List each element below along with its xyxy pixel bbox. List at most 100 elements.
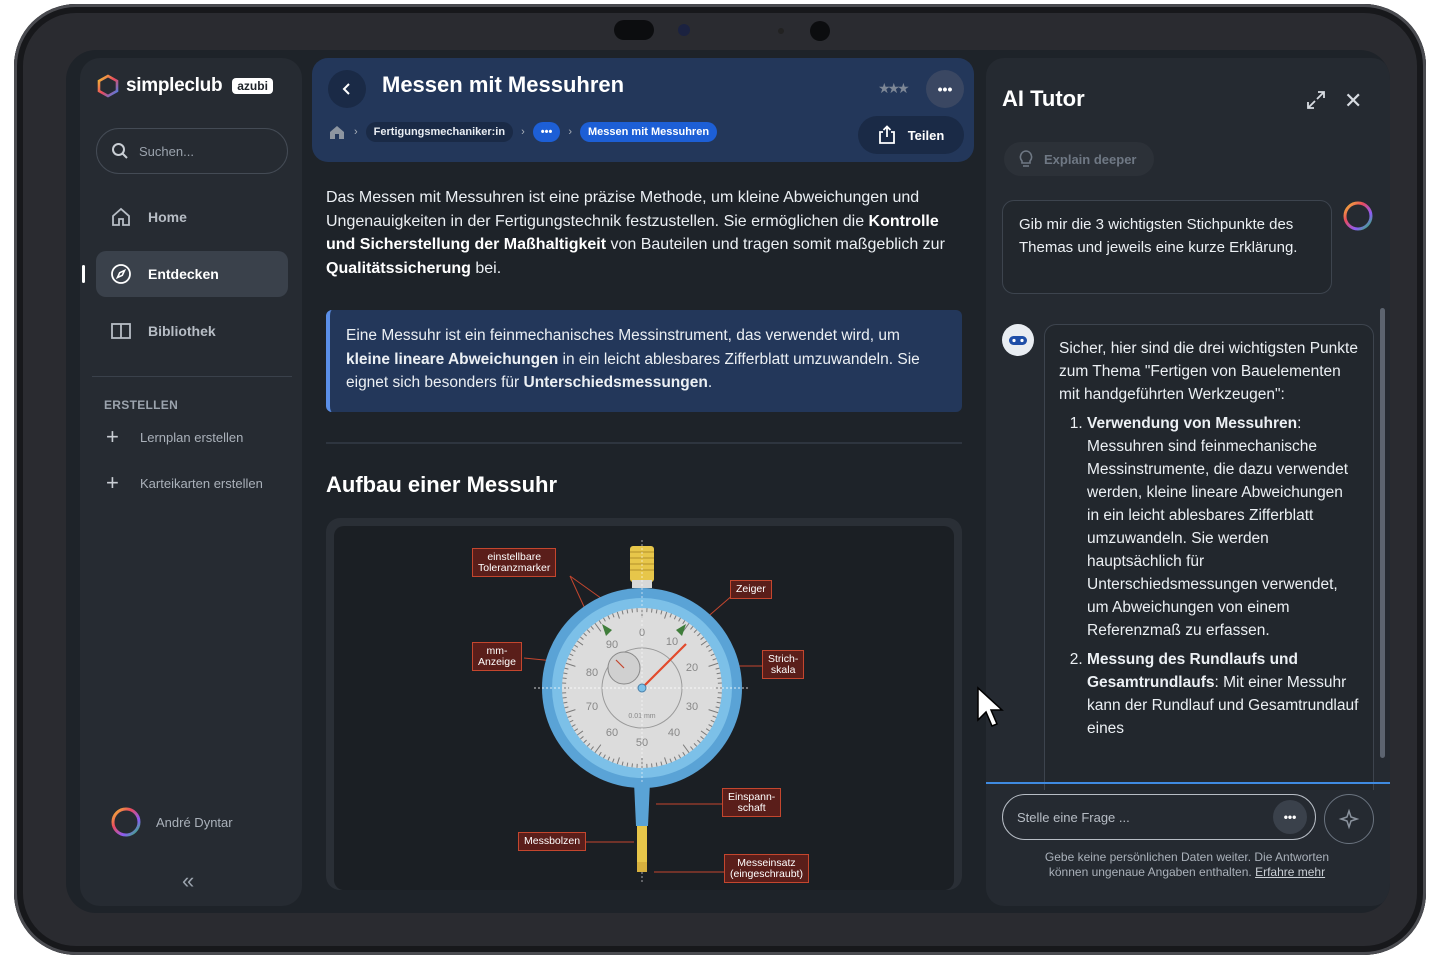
camera-bar: [614, 20, 854, 42]
mouse-cursor-icon: [977, 686, 1004, 727]
learn-more-link[interactable]: Erfahre mehr: [1255, 865, 1325, 879]
chevron-left-icon: [342, 83, 350, 95]
tutor-title: AI Tutor: [1002, 86, 1085, 111]
section-title: Aufbau einer Messuhr: [326, 472, 558, 497]
sidebar-item-bibliothek[interactable]: Bibliothek: [96, 308, 288, 354]
ai-tutor-panel: AI Tutor ✕ Explain deeper Gib mir die 3 …: [986, 58, 1390, 906]
lightbulb-icon: [1019, 150, 1033, 167]
share-button[interactable]: Teilen: [858, 116, 964, 154]
sidebar-divider: [92, 376, 292, 377]
sidebar-item-label: Home: [148, 209, 187, 225]
intro-text: bei.: [470, 259, 502, 277]
back-button[interactable]: [328, 70, 366, 108]
home-icon[interactable]: [328, 123, 346, 141]
figure-canvas: 0 10 20 30 40 50 60 70 80 90 0.01 mm: [334, 526, 954, 890]
intro-paragraph: Das Messen mit Messuhren ist eine präzis…: [326, 186, 966, 280]
brand-logo[interactable]: simpleclub azubi: [96, 74, 273, 98]
explain-deeper-button[interactable]: Explain deeper: [1004, 142, 1155, 176]
question-placeholder: Stelle eine Frage ...: [1017, 809, 1130, 825]
label-line: (eingeschraubt): [730, 867, 803, 880]
dial-tick: [631, 763, 633, 768]
input-more-button[interactable]: •••: [1273, 800, 1307, 834]
breadcrumb: › Fertigungsmechaniker:in › ••• › Messen…: [328, 122, 718, 142]
close-icon[interactable]: ✕: [1344, 88, 1362, 114]
sparkle-send-icon: [1338, 808, 1360, 830]
book-icon: [111, 323, 131, 339]
breadcrumb-current[interactable]: Messen mit Messuhren: [580, 122, 718, 142]
sidebar-item-entdecken[interactable]: Entdecken: [96, 251, 288, 297]
plus-icon: +: [106, 424, 119, 449]
label-messeinsatz: Messeinsatz (eingeschraubt): [724, 854, 809, 883]
create-item-label: Lernplan erstellen: [140, 429, 244, 445]
bot-message: Sicher, hier sind die drei wichtigsten P…: [1044, 324, 1374, 790]
dial-number: 70: [586, 701, 598, 713]
label-einspannschaft: Einspann-schaft: [722, 788, 782, 817]
avatar: [111, 807, 141, 837]
intro-text: von Bauteilen und tragen somit maßgeblic…: [606, 236, 945, 253]
dial-number: 30: [686, 701, 698, 713]
breadcrumb-item[interactable]: Fertigungsmechaniker:in: [365, 122, 514, 142]
create-lernplan-button[interactable]: + Lernplan erstellen: [106, 426, 243, 448]
chevron-right-icon: ›: [521, 126, 525, 138]
dial-gauge-figure[interactable]: 0 10 20 30 40 50 60 70 80 90 0.01 mm: [326, 518, 962, 890]
dial-gauge-illustration: 0 10 20 30 40 50 60 70 80 90 0.01 mm: [523, 540, 762, 882]
simpleclub-logo-icon: [97, 74, 119, 98]
label-messbolzen: Messbolzen: [518, 832, 587, 851]
dial-number: 90: [606, 639, 618, 651]
dial-tick: [562, 677, 567, 679]
chevron-right-icon: ›: [568, 126, 572, 138]
label-toleranzmarker: einstellbare Toleranzmarker: [472, 548, 557, 577]
question-input[interactable]: Stelle eine Frage ... •••: [1002, 794, 1316, 840]
bot-intro: Sicher, hier sind die drei wichtigsten P…: [1059, 340, 1358, 403]
chat-scrollbar[interactable]: [1380, 308, 1385, 758]
label-mm-anzeige: mm- Anzeige: [472, 642, 522, 671]
callout-bold: kleine lineare Abweichungen: [346, 350, 559, 368]
dial-number: 50: [636, 737, 648, 749]
section-label-erstellen: ERSTELLEN: [104, 398, 179, 412]
user-message: Gib mir die 3 wichtigsten Stichpunkte de…: [1002, 200, 1332, 294]
sidebar-item-label: Entdecken: [148, 266, 219, 282]
avatar: [1343, 201, 1373, 231]
bot-avatar-icon: [1002, 324, 1034, 356]
collapse-sidebar-icon[interactable]: «: [182, 868, 194, 894]
dial-tick: [717, 697, 722, 699]
dial-tick: [651, 763, 653, 768]
sidebar-item-home[interactable]: Home: [96, 194, 288, 240]
expand-icon[interactable]: [1306, 90, 1326, 110]
dial-tick: [562, 697, 567, 699]
intro-bold: Qualitätssicherung: [326, 259, 471, 277]
send-button[interactable]: [1324, 794, 1374, 844]
dial-number: 60: [606, 727, 618, 739]
chevron-right-icon: ›: [354, 126, 358, 138]
disclaimer-text: Gebe keine persönlichen Daten weiter. Di…: [1042, 850, 1332, 879]
dial-number: 80: [586, 667, 598, 679]
create-item-label: Karteikarten erstellen: [140, 475, 263, 491]
plus-icon: +: [106, 470, 119, 495]
point-text: : Messuhren sind feinmechanische Messins…: [1087, 415, 1349, 639]
main-content: Messen mit Messuhren ★★★ ••• › Fertigung…: [310, 58, 980, 913]
search-placeholder: Suchen...: [139, 143, 194, 159]
create-karteikarten-button[interactable]: + Karteikarten erstellen: [106, 472, 263, 494]
intro-text: Das Messen mit Messuhren ist eine präzis…: [326, 189, 920, 230]
brand-name: simpleclub: [126, 75, 223, 96]
compass-icon: [111, 264, 131, 284]
dial-tick: [717, 677, 722, 679]
sidebar-item-label: Bibliothek: [148, 323, 216, 339]
label-strichskala: Strich-skala: [762, 650, 805, 679]
search-input[interactable]: Suchen...: [96, 128, 288, 174]
user-name: André Dyntar: [156, 814, 233, 830]
definition-callout: Eine Messuhr ist ein feinmechanisches Me…: [326, 310, 962, 412]
label-line: Toleranzmarker: [478, 561, 551, 574]
breadcrumb-more-button[interactable]: •••: [532, 122, 561, 142]
sidebar: simpleclub azubi Suchen... Home Entdecke…: [80, 58, 302, 906]
more-options-button[interactable]: •••: [926, 70, 964, 108]
app-screen: simpleclub azubi Suchen... Home Entdecke…: [66, 50, 1390, 913]
content-divider: [326, 442, 962, 444]
label-line: skala: [770, 663, 796, 676]
home-icon: [112, 207, 130, 226]
page-header: Messen mit Messuhren ★★★ ••• › Fertigung…: [312, 58, 974, 162]
user-profile[interactable]: André Dyntar: [110, 806, 233, 838]
list-item: Messung des Rundlaufs und Gesamtrundlauf…: [1087, 648, 1359, 740]
label-zeiger: Zeiger: [730, 580, 772, 599]
rating-stars-icon[interactable]: ★★★: [878, 80, 910, 97]
